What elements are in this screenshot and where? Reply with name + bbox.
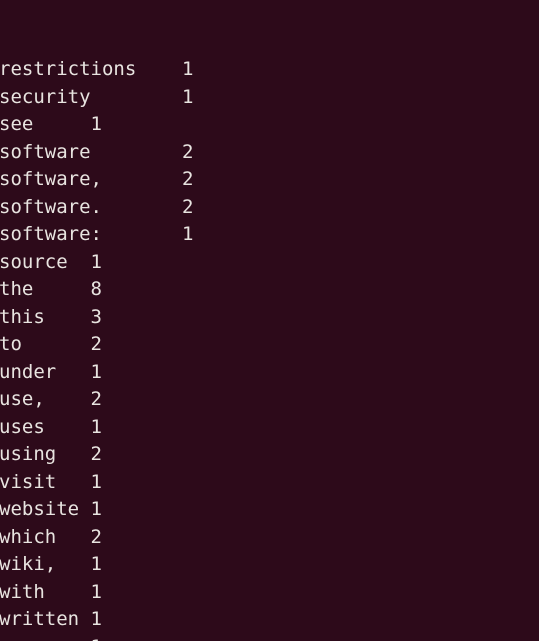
wordcount-tab-gap <box>79 608 90 630</box>
wordcount-tab-gap <box>91 86 183 108</box>
wordcount-word: software: <box>0 223 102 245</box>
wordcount-count: 2 <box>182 195 194 218</box>
wordcount-tab-gap <box>45 581 91 603</box>
wordcount-word: visit <box>0 470 57 493</box>
wordcount-tab-gap <box>102 196 182 218</box>
wordcount-tab-gap <box>68 251 91 273</box>
wordcount-row: uses 1 <box>0 414 390 442</box>
wordcount-tab-gap <box>45 388 91 410</box>
wordcount-tab-gap <box>45 306 91 328</box>
wordcount-row: with 1 <box>0 579 390 607</box>
wordcount-count: 2 <box>90 333 102 355</box>
wordcount-row: the 8 <box>0 276 390 304</box>
wordcount-word: software, <box>0 168 102 190</box>
wordcount-row: which 2 <box>0 524 390 552</box>
wordcount-tab-gap <box>102 168 182 190</box>
wordcount-row: using 2 <box>0 441 390 469</box>
wordcount-count: 1 <box>90 360 102 383</box>
wordcount-word: restrictions <box>0 58 137 80</box>
wordcount-count: 1 <box>90 580 102 603</box>
wordcount-word: see <box>0 113 34 135</box>
wordcount-tab-gap <box>56 471 90 493</box>
wordcount-word: using <box>0 443 57 465</box>
wordcount-count: 2 <box>90 525 102 548</box>
wordcount-count: 2 <box>182 140 194 163</box>
wordcount-row: software 2 <box>0 139 390 167</box>
wordcount-row: software: 1 <box>0 221 390 249</box>
wordcount-row: see 1 <box>0 111 390 139</box>
wordcount-count: 1 <box>90 470 102 493</box>
wordcount-tab-gap <box>22 333 91 355</box>
wordcount-tab-gap <box>102 223 182 245</box>
wordcount-row: you 1 <box>0 634 390 641</box>
wordcount-tab-gap <box>33 113 90 135</box>
wordcount-row: restrictions 1 <box>0 56 390 84</box>
wordcount-count: 1 <box>182 223 194 245</box>
wordcount-output: restrictions 1 security 1 see 1 software 2s… <box>0 56 390 641</box>
wordcount-tab-gap <box>33 636 90 641</box>
wordcount-tab-gap <box>136 58 182 80</box>
wordcount-count: 1 <box>182 85 194 108</box>
wordcount-count: 8 <box>90 278 102 300</box>
wordcount-word: written <box>0 608 80 630</box>
wordcount-tab-gap <box>56 526 90 548</box>
wordcount-count: 1 <box>91 636 102 641</box>
wordcount-word: the <box>0 278 34 300</box>
terminal-screen: restrictions 1 security 1 see 1 software 2s… <box>0 1 390 641</box>
wordcount-word: security <box>0 85 91 108</box>
wordcount-row: this 3 <box>0 304 390 332</box>
wordcount-count: 1 <box>90 113 102 135</box>
wordcount-row: software, 2 <box>0 166 390 194</box>
wordcount-count: 1 <box>90 498 102 520</box>
wordcount-count: 2 <box>90 388 102 410</box>
wordcount-word: with <box>0 580 45 603</box>
wordcount-count: 3 <box>90 305 102 328</box>
wordcount-tab-gap <box>56 443 90 465</box>
wordcount-row: under 1 <box>0 359 390 387</box>
wordcount-word: under <box>0 360 57 383</box>
wordcount-row: use, 2 <box>0 386 390 414</box>
wordcount-count: 2 <box>182 168 194 190</box>
wordcount-tab-gap <box>79 498 90 520</box>
wordcount-word: you <box>0 636 33 641</box>
wordcount-tab-gap <box>33 278 90 300</box>
wordcount-row: security 1 <box>0 84 390 112</box>
wordcount-word: uses <box>0 415 45 438</box>
wordcount-count: 1 <box>182 58 194 80</box>
wordcount-tab-gap <box>56 361 90 383</box>
wordcount-word: software. <box>0 195 102 218</box>
wordcount-row: to 2 <box>0 331 390 359</box>
wordcount-count: 1 <box>90 553 102 575</box>
wordcount-row: written 1 <box>0 606 390 634</box>
wordcount-word: software <box>0 140 91 163</box>
wordcount-count: 2 <box>90 443 102 465</box>
wordcount-row: wiki, 1 <box>0 551 390 579</box>
wordcount-count: 1 <box>90 415 102 438</box>
wordcount-tab-gap <box>45 416 91 438</box>
wordcount-tab-gap <box>91 141 183 163</box>
wordcount-word: website <box>0 498 80 520</box>
wordcount-count: 1 <box>90 608 102 630</box>
wordcount-row: website 1 <box>0 496 390 524</box>
wordcount-word: source <box>0 250 68 273</box>
wordcount-row: source 1 <box>0 249 390 277</box>
wordcount-row: software. 2 <box>0 194 390 222</box>
wordcount-tab-gap <box>56 553 90 575</box>
wordcount-word: wiki, <box>0 553 57 575</box>
wordcount-row: visit 1 <box>0 469 390 497</box>
wordcount-word: which <box>0 525 57 548</box>
wordcount-count: 1 <box>90 250 102 273</box>
terminal-window[interactable]: restrictions 1 security 1 see 1 software 2s… <box>0 0 539 641</box>
wordcount-word: to <box>0 333 22 355</box>
wordcount-word: this <box>0 305 45 328</box>
wordcount-word: use, <box>0 388 45 410</box>
